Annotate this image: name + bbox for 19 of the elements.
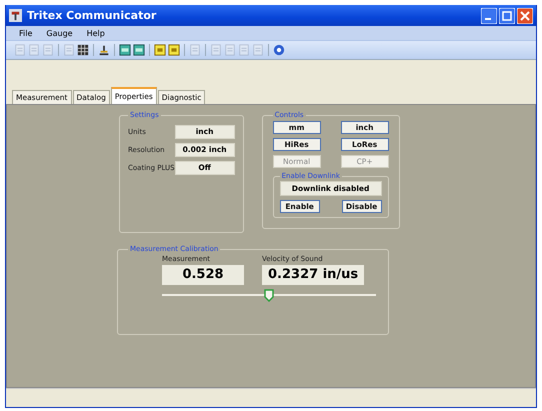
slider-thumb[interactable] bbox=[264, 289, 274, 302]
panel-icon[interactable] bbox=[133, 44, 145, 56]
menu-item[interactable]: Help bbox=[82, 28, 110, 38]
antenna-icon[interactable] bbox=[98, 44, 110, 56]
menu-item[interactable]: Gauge bbox=[41, 28, 78, 38]
panel-icon[interactable] bbox=[119, 44, 131, 56]
window-title: Tritex Communicator bbox=[27, 9, 156, 22]
maximize-icon[interactable] bbox=[499, 8, 515, 24]
grid-icon[interactable] bbox=[77, 44, 89, 56]
measurement-value: 0.528 bbox=[162, 265, 244, 285]
close-icon[interactable] bbox=[517, 8, 533, 24]
menu-item[interactable]: File bbox=[14, 28, 38, 38]
velocity-value: 0.2327 in/us bbox=[262, 265, 364, 285]
minimize-icon[interactable] bbox=[481, 8, 497, 24]
panel-icon[interactable] bbox=[154, 44, 166, 56]
calibration-slider[interactable] bbox=[162, 289, 376, 303]
help-icon[interactable] bbox=[273, 44, 285, 56]
app-icon bbox=[9, 9, 22, 22]
panel-icon[interactable] bbox=[168, 44, 180, 56]
